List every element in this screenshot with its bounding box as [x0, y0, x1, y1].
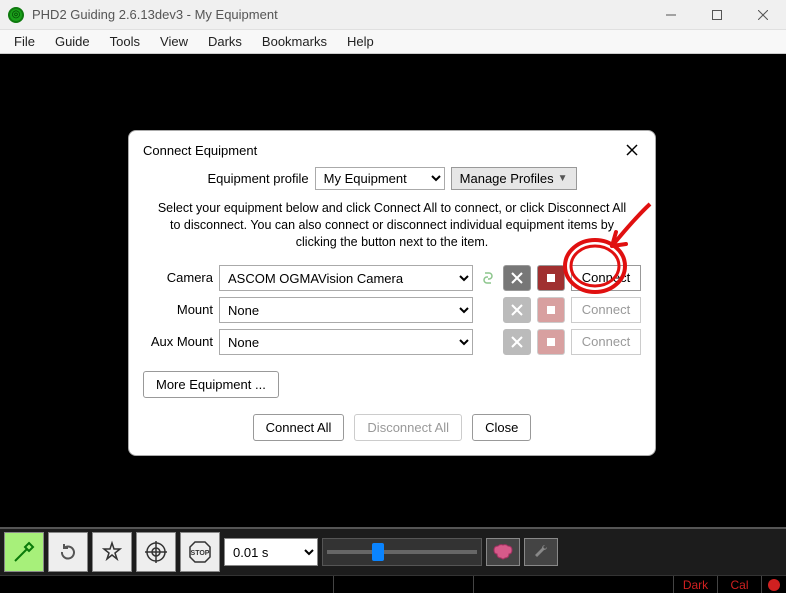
minimize-button[interactable]: [648, 0, 694, 30]
menu-guide[interactable]: Guide: [45, 31, 100, 52]
menu-darks[interactable]: Darks: [198, 31, 252, 52]
close-window-button[interactable]: [740, 0, 786, 30]
dialog-title: Connect Equipment: [143, 143, 623, 158]
auto-select-star-button[interactable]: [92, 532, 132, 572]
disconnect-all-button: Disconnect All: [354, 414, 462, 441]
status-cal: Cal: [718, 576, 762, 593]
aux-mount-connect-button: Connect: [571, 329, 641, 355]
profile-select[interactable]: My Equipment: [315, 167, 445, 190]
gamma-slider[interactable]: [322, 538, 482, 566]
connect-all-button[interactable]: Connect All: [253, 414, 345, 441]
advanced-settings-button[interactable]: [486, 538, 520, 566]
loop-button[interactable]: [48, 532, 88, 572]
camera-label: Camera: [143, 270, 213, 285]
camera-link-icon: [479, 269, 497, 287]
svg-text:STOP: STOP: [191, 550, 210, 557]
status-bar: Dark Cal: [0, 575, 786, 593]
mount-disconnect-button: [537, 297, 565, 323]
mount-label: Mount: [143, 302, 213, 317]
menu-file[interactable]: File: [4, 31, 45, 52]
connect-equipment-dialog: Connect Equipment Equipment profile My E…: [128, 130, 656, 456]
manage-profiles-button[interactable]: Manage Profiles ▼: [451, 167, 577, 190]
status-dot-icon: [768, 579, 780, 591]
mount-connect-button: Connect: [571, 297, 641, 323]
camera-connect-button[interactable]: Connect: [571, 265, 641, 291]
profile-label: Equipment profile: [207, 171, 308, 186]
dialog-close-button[interactable]: [623, 141, 641, 159]
status-cell-2: [334, 576, 474, 593]
camera-disconnect-button[interactable]: [537, 265, 565, 291]
menubar: File Guide Tools View Darks Bookmarks He…: [0, 30, 786, 54]
usb-connect-button[interactable]: [4, 532, 44, 572]
camera-select[interactable]: ASCOM OGMAVision Camera: [219, 265, 473, 291]
mount-settings-button: [503, 297, 531, 323]
mount-row: Mount None Connect: [143, 297, 641, 323]
menu-help[interactable]: Help: [337, 31, 384, 52]
status-dark: Dark: [674, 576, 718, 593]
app-icon: ◎: [8, 7, 24, 23]
mount-select[interactable]: None: [219, 297, 473, 323]
bottom-toolbar: STOP 0.01 s: [0, 527, 786, 575]
aux-mount-label: Aux Mount: [143, 334, 213, 349]
menu-bookmarks[interactable]: Bookmarks: [252, 31, 337, 52]
dropdown-arrow-icon: ▼: [558, 173, 568, 184]
window-titlebar: ◎ PHD2 Guiding 2.6.13dev3 - My Equipment: [0, 0, 786, 30]
close-dialog-button[interactable]: Close: [472, 414, 531, 441]
stop-button[interactable]: STOP: [180, 532, 220, 572]
manage-profiles-label: Manage Profiles: [460, 171, 554, 186]
camera-settings-toolbar-button[interactable]: [524, 538, 558, 566]
dialog-instructions: Select your equipment below and click Co…: [157, 200, 627, 251]
guide-button[interactable]: [136, 532, 176, 572]
aux-mount-disconnect-button: [537, 329, 565, 355]
status-cell-1: [0, 576, 334, 593]
status-cell-3: [474, 576, 674, 593]
aux-mount-select[interactable]: None: [219, 329, 473, 355]
maximize-button[interactable]: [694, 0, 740, 30]
menu-tools[interactable]: Tools: [100, 31, 150, 52]
aux-mount-row: Aux Mount None Connect: [143, 329, 641, 355]
camera-row: Camera ASCOM OGMAVision Camera Connect: [143, 265, 641, 291]
more-equipment-button[interactable]: More Equipment ...: [143, 371, 279, 398]
exposure-select[interactable]: 0.01 s: [224, 538, 318, 566]
menu-view[interactable]: View: [150, 31, 198, 52]
slider-thumb-icon: [372, 543, 384, 561]
status-indicator: [762, 579, 786, 591]
camera-settings-button[interactable]: [503, 265, 531, 291]
aux-mount-settings-button: [503, 329, 531, 355]
window-title: PHD2 Guiding 2.6.13dev3 - My Equipment: [32, 7, 278, 22]
